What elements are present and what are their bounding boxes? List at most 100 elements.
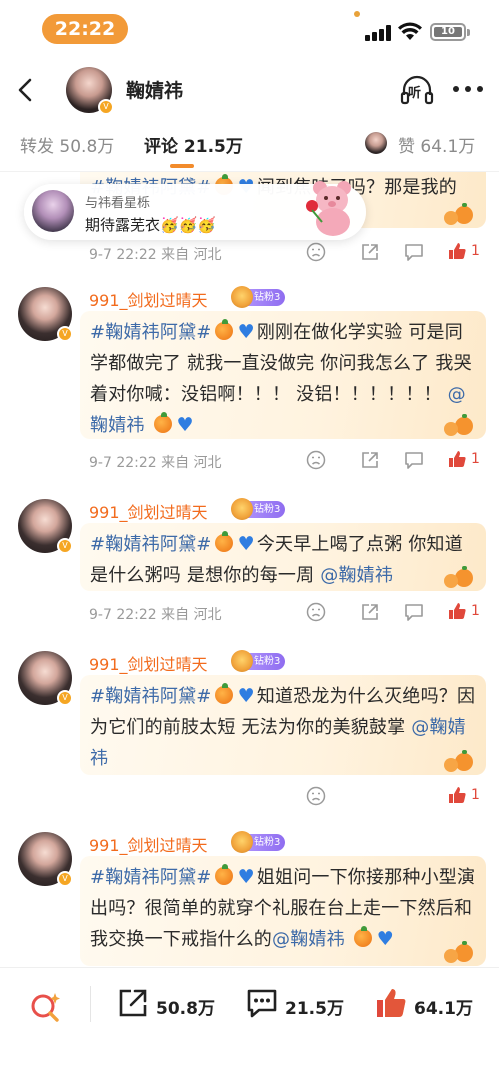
active-tab-indicator — [170, 164, 194, 168]
orange-emoji-icon — [214, 864, 233, 885]
reply-icon[interactable] — [404, 602, 424, 622]
commenter-avatar[interactable]: V — [18, 499, 73, 554]
reply-icon[interactable] — [404, 450, 424, 470]
dislike-icon[interactable] — [306, 450, 326, 470]
share-icon[interactable] — [360, 450, 380, 470]
verified-badge-icon: V — [98, 99, 114, 115]
popup-message: 期待露芜衣🥳🥳🥳 — [85, 216, 217, 234]
comment-hashtag[interactable]: #鞠婧祎阿黛# — [90, 686, 212, 707]
orange-emoji-icon — [353, 926, 372, 947]
fan-level-badge: 钻粉3 — [230, 650, 286, 672]
repost-button[interactable]: 50.8万 — [116, 986, 236, 1026]
commenter-avatar[interactable]: V — [18, 287, 73, 342]
like-thumb-icon[interactable] — [447, 601, 467, 621]
battery-icon: 10 — [430, 23, 470, 41]
commenter-name[interactable]: 991_剑划过晴天 — [89, 499, 208, 523]
like-thumb-icon[interactable] — [447, 785, 467, 805]
comment-mention[interactable]: @鞠婧祎 — [320, 565, 393, 586]
blue-heart-icon: ♥ — [237, 533, 255, 555]
comment-hashtag[interactable]: #鞠婧祎阿黛# — [90, 867, 212, 888]
dislike-icon[interactable] — [306, 602, 326, 622]
comment-text: #鞠婧祎阿黛# ♥ 知道恐龙为什么灭绝吗？因为它们的前肢太短 无法为你的美貌鼓掌 @… — [90, 681, 478, 774]
orange-emoji-icon — [214, 319, 233, 340]
comment-bubble[interactable]: #鞠婧祎阿黛# ♥ 今天早上喝了点粥 你知道是什么粥吗 是想你的每一周 @鞠婧祎 — [80, 523, 486, 591]
like-thumb-icon — [377, 989, 406, 1017]
oranges-decoration-icon — [444, 750, 473, 772]
like-count: 1 — [471, 451, 480, 467]
privacy-indicator-dot — [354, 11, 360, 17]
page-title[interactable]: 鞠婧祎 — [126, 76, 183, 103]
oranges-decoration-icon — [444, 566, 473, 588]
search-sparkle-icon[interactable] — [28, 988, 62, 1028]
battery-level: 10 — [434, 27, 462, 37]
like-button[interactable]: 64.1万 — [374, 986, 494, 1026]
bottom-divider — [90, 986, 91, 1022]
profile-avatar[interactable]: V — [66, 67, 114, 115]
blue-heart-icon: ♥ — [237, 685, 255, 707]
like-thumb-icon[interactable] — [447, 449, 467, 469]
verified-badge-icon: V — [57, 538, 73, 554]
comment-hashtag[interactable]: #鞠婧祎阿黛# — [90, 322, 212, 343]
like-thumb-icon[interactable] — [447, 241, 467, 261]
status-bar: 22:22 10 — [0, 0, 499, 62]
tab-like[interactable]: 赞 64.1万 — [398, 132, 475, 157]
popup-avatar — [32, 190, 74, 232]
reply-icon[interactable] — [404, 242, 424, 262]
status-time: 22:22 — [42, 14, 128, 44]
comment-count: 21.5万 — [285, 999, 344, 1019]
blue-heart-icon: ♥ — [237, 321, 255, 343]
commenter-name[interactable]: 991_剑划过晴天 — [89, 832, 208, 856]
like-count: 1 — [471, 787, 480, 803]
dislike-icon[interactable] — [306, 242, 326, 262]
live-notification-popup[interactable]: 与祎看星栎 期待露芜衣🥳🥳🥳 — [24, 181, 366, 240]
tab-bar: 转发 50.8万 评论 21.5万 赞 64.1万 — [0, 118, 499, 172]
share-icon[interactable] — [360, 602, 380, 622]
comment-text: #鞠婧祎阿黛# ♥ 今天早上喝了点粥 你知道是什么粥吗 是想你的每一周 @鞠婧祎 — [90, 529, 478, 591]
tab-comment[interactable]: 评论 21.5万 — [144, 132, 243, 157]
listen-button[interactable]: 听 — [400, 73, 434, 107]
oranges-decoration-icon — [444, 414, 473, 436]
popup-subtitle: 与祎看星栎 — [85, 196, 151, 211]
comment-text: #鞠婧祎阿黛# ♥ 姐姐问一下你接那种小型演出吗？很简单的就穿个礼服在台上走一下然后… — [90, 862, 478, 955]
tab-repost[interactable]: 转发 50.8万 — [20, 132, 114, 157]
verified-badge-icon: V — [57, 871, 73, 887]
comment-feed[interactable]: #鞠婧祎阿黛#♥闻到焦味了吗？那是我的 9-7 22:22 来自 河北 1 与祎… — [0, 172, 499, 967]
repost-icon — [119, 989, 147, 1017]
comment-meta: 9-7 22:22 来自 河北 — [89, 247, 222, 263]
blue-heart-icon: ♥ — [176, 414, 194, 436]
top-nav: V 鞠婧祎 听 — [0, 62, 499, 118]
comment-hashtag[interactable]: #鞠婧祎阿黛# — [90, 534, 212, 555]
comment-bubble[interactable]: #鞠婧祎阿黛# ♥ 刚刚在做化学实验 可是同学都做完了 就我一直没做完 你问我怎么了… — [80, 311, 486, 439]
like-count: 1 — [471, 603, 480, 619]
more-options-icon[interactable] — [453, 86, 483, 94]
comment-mention[interactable]: @鞠婧祎 — [272, 929, 345, 950]
like-count: 1 — [471, 243, 480, 259]
blue-heart-icon: ♥ — [237, 866, 255, 888]
back-arrow-icon[interactable] — [12, 72, 40, 108]
like-tab-avatar — [365, 132, 387, 154]
fan-level-badge: 钻粉3 — [230, 286, 286, 308]
fan-level-badge: 钻粉3 — [230, 831, 286, 853]
like-count-total: 64.1万 — [414, 999, 473, 1019]
comment-icon — [247, 989, 277, 1018]
orange-emoji-icon — [214, 683, 233, 704]
listen-label: 听 — [408, 86, 422, 101]
verified-badge-icon: V — [57, 690, 73, 706]
comment-text: #鞠婧祎阿黛# ♥ 刚刚在做化学实验 可是同学都做完了 就我一直没做完 你问我怎么了… — [90, 317, 478, 441]
comment-bubble[interactable]: #鞠婧祎阿黛# ♥ 姐姐问一下你接那种小型演出吗？很简单的就穿个礼服在台上走一下然后… — [80, 856, 486, 966]
wifi-icon — [398, 22, 422, 40]
repost-count: 50.8万 — [156, 999, 215, 1019]
comment-button[interactable]: 21.5万 — [245, 986, 355, 1026]
commenter-avatar[interactable]: V — [18, 832, 73, 887]
dislike-icon[interactable] — [306, 786, 326, 806]
share-icon[interactable] — [360, 242, 380, 262]
oranges-decoration-icon — [444, 941, 473, 963]
commenter-avatar[interactable]: V — [18, 651, 73, 706]
orange-emoji-icon — [214, 531, 233, 552]
comment-bubble[interactable]: #鞠婧祎阿黛# ♥ 知道恐龙为什么灭绝吗？因为它们的前肢太短 无法为你的美貌鼓掌 @… — [80, 675, 486, 775]
commenter-name[interactable]: 991_剑划过晴天 — [89, 287, 208, 311]
oranges-decoration-icon — [444, 203, 473, 225]
orange-emoji-icon — [153, 412, 172, 433]
commenter-name[interactable]: 991_剑划过晴天 — [89, 651, 208, 675]
comment-meta: 9-7 22:22 来自 河北 — [89, 455, 222, 471]
